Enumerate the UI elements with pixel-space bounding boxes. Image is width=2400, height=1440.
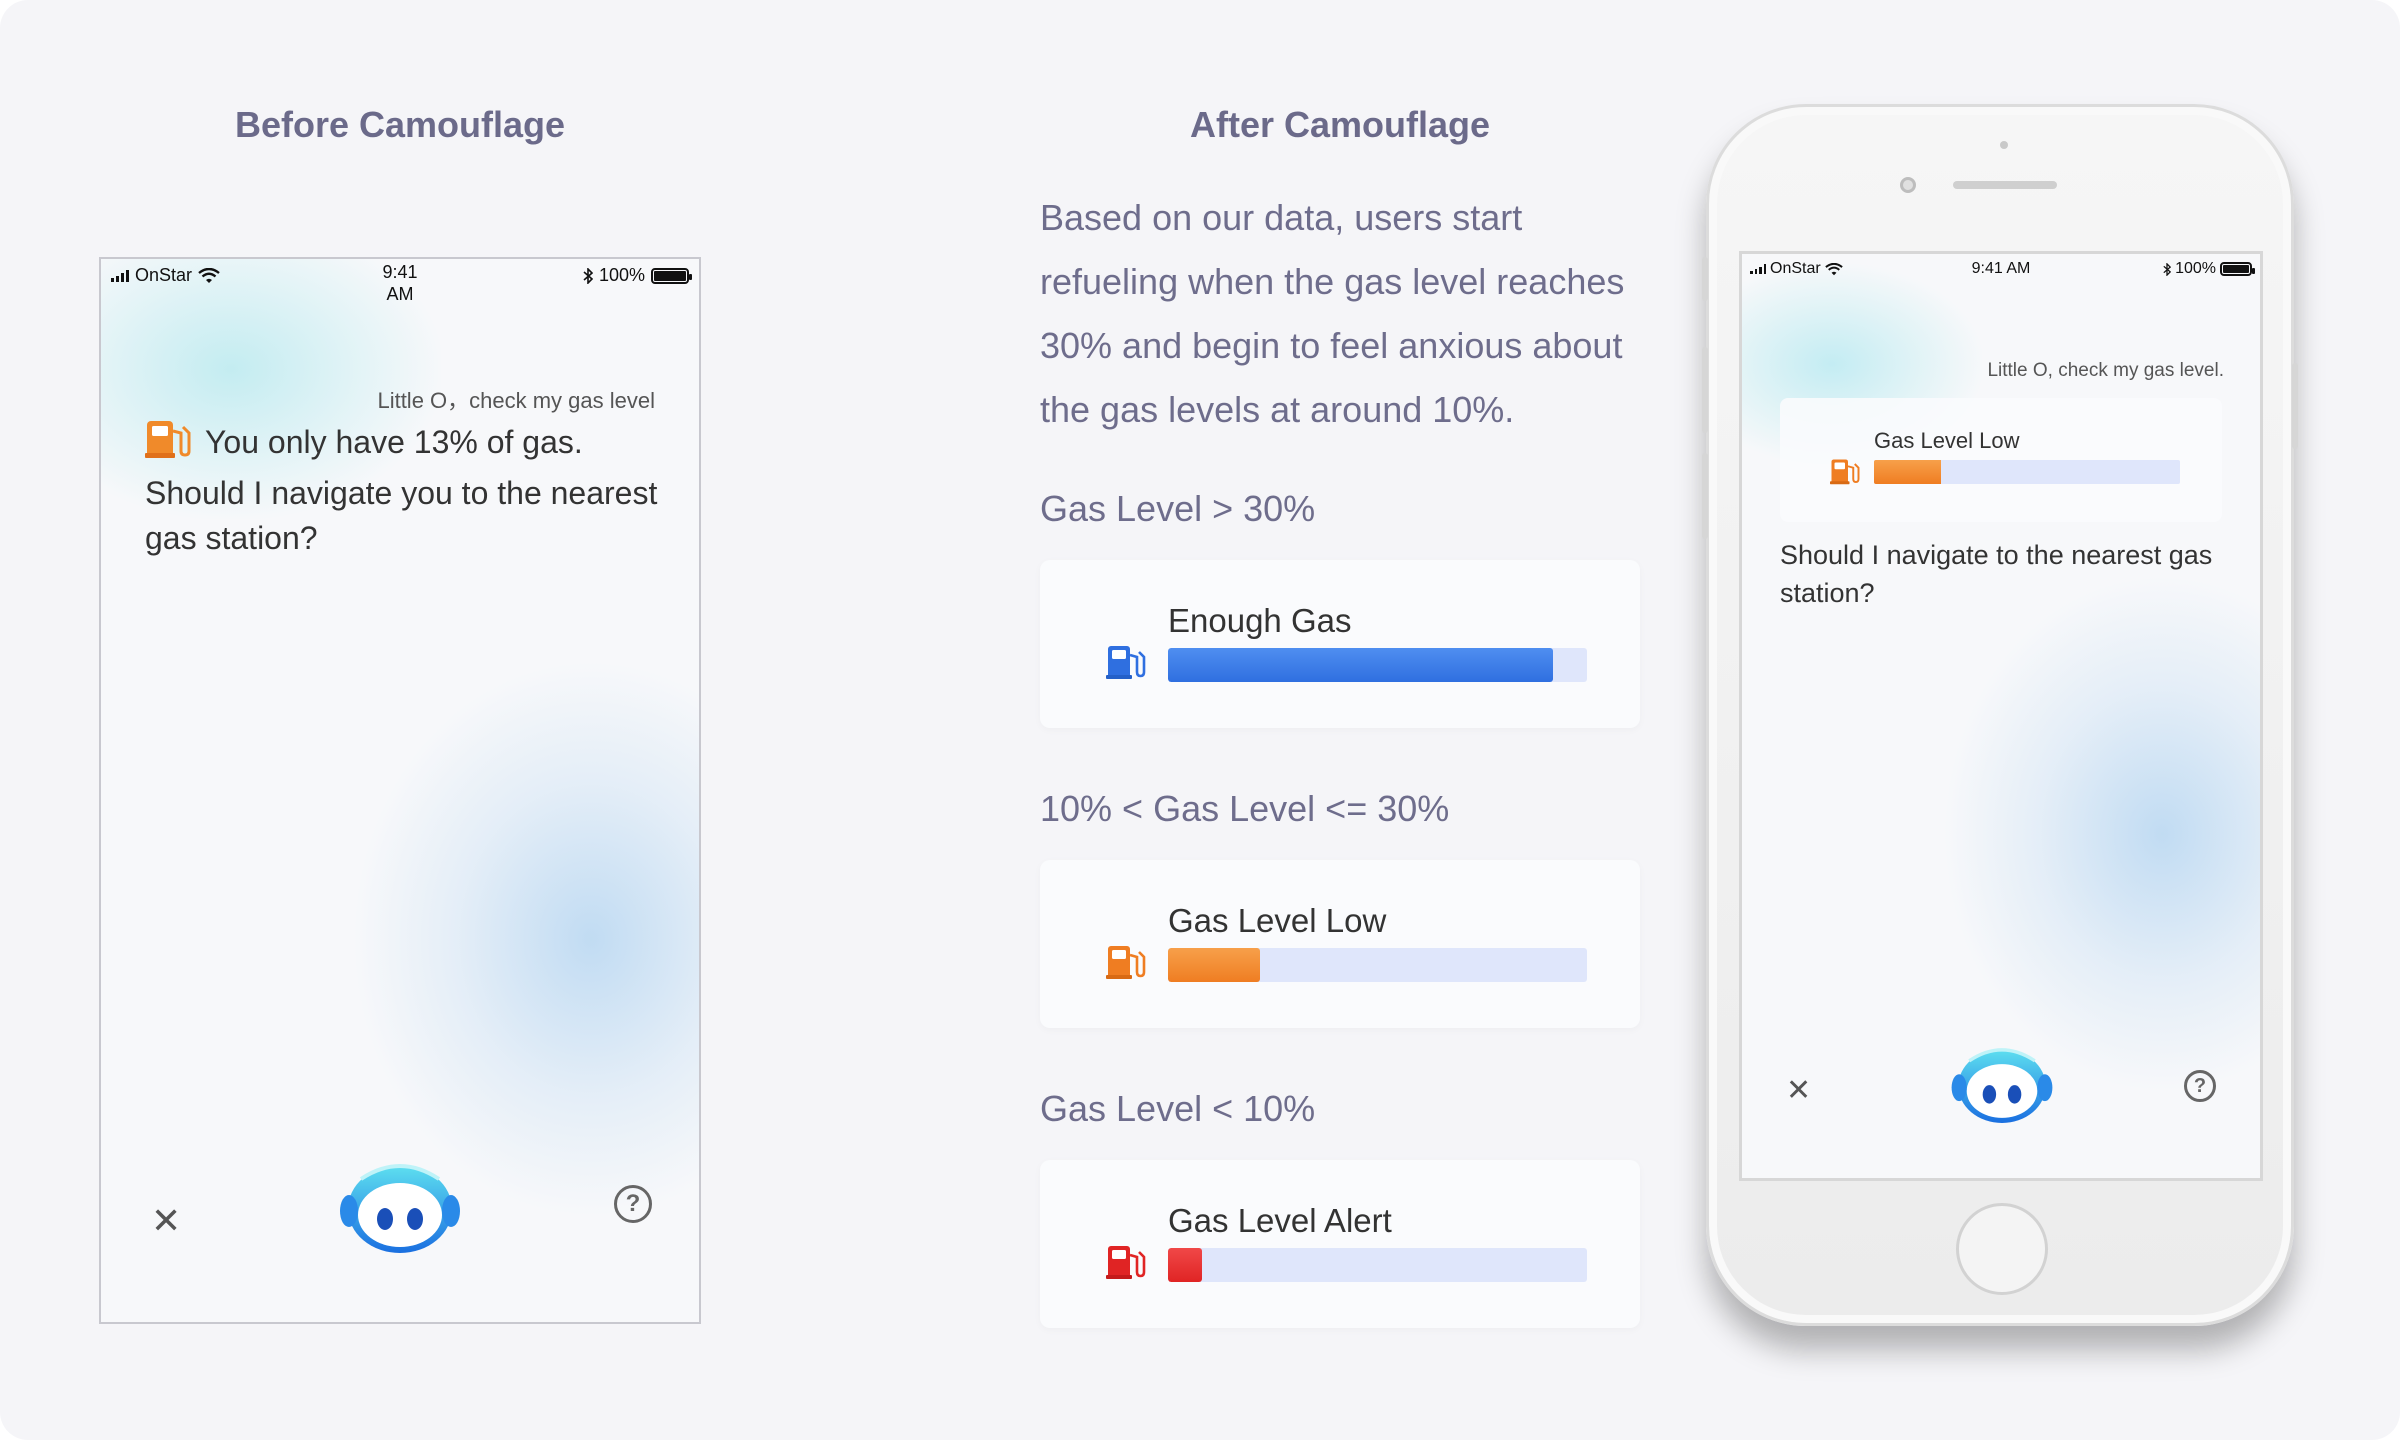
assistant-reply: You only have 13% of gas. Should I navig… <box>145 419 665 561</box>
card-title: Gas Level Low <box>1168 902 1387 939</box>
bluetooth-icon <box>2163 262 2172 276</box>
gas-card-low: Gas Level Low <box>1040 860 1640 1028</box>
earpiece-speaker <box>1953 181 2057 189</box>
assistant-reply: Should I navigate to the nearest gas sta… <box>1780 540 2213 608</box>
ambient-glow-bottom <box>1942 574 2260 1094</box>
explanation-text: Based on our data, users start refueling… <box>1040 197 1625 430</box>
before-phone-screen: OnStar 9:41 AM 100% Little O，check my ga… <box>99 257 701 1324</box>
condition-label-mid: 10% < Gas Level <= 30% <box>1040 788 1450 829</box>
gas-pump-icon <box>1106 644 1146 685</box>
gas-pump-icon <box>1106 1244 1146 1285</box>
canvas: Before Camouflage OnStar 9:41 AM 100% Li… <box>0 0 2400 1440</box>
bluetooth-icon <box>583 267 593 284</box>
home-button[interactable] <box>1956 1203 2048 1295</box>
battery-icon <box>651 267 692 284</box>
ambient-glow-bottom <box>351 659 699 1219</box>
card-title: Gas Level Alert <box>1168 1202 1392 1239</box>
gas-level-fill <box>1168 948 1261 982</box>
gas-level-fill <box>1874 460 1942 484</box>
battery-label: 100% <box>598 265 645 285</box>
iphone-screen: OnStar 9:41 AM 100% Little O, check my g… <box>1739 251 2263 1181</box>
gas-level-track <box>1874 460 2180 484</box>
volume-down-button <box>1702 453 1708 539</box>
assistant-robot-icon[interactable] <box>339 1159 461 1264</box>
reply-text: You only have 13% of gas. Should I navig… <box>145 424 658 556</box>
after-title: After Camouflage <box>1189 104 1491 145</box>
assistant-robot-icon[interactable] <box>1950 1044 2054 1133</box>
gas-card-low: Gas Level Low <box>1780 398 2222 522</box>
volume-up-button <box>1702 347 1708 433</box>
mute-switch <box>1702 257 1708 301</box>
gas-level-fill <box>1168 1248 1202 1282</box>
close-icon[interactable]: ✕ <box>1786 1076 1811 1106</box>
front-camera <box>1900 177 1916 193</box>
condition-label-high: Gas Level > 30% <box>1040 488 1316 529</box>
gas-level-track <box>1168 948 1587 982</box>
gas-card-enough: Enough Gas <box>1040 560 1640 728</box>
close-icon[interactable]: ✕ <box>151 1203 181 1239</box>
user-query: Little O, check my gas level. <box>1987 360 2224 381</box>
power-button <box>2292 363 2298 449</box>
gas-level-fill <box>1168 648 1554 682</box>
battery-label: 100% <box>2175 260 2216 277</box>
help-icon[interactable]: ? <box>614 1185 652 1223</box>
card-title: Enough Gas <box>1168 602 1352 639</box>
status-bar: OnStar 9:41 AM 100% <box>1742 254 2260 286</box>
condition-label-low: Gas Level < 10% <box>1040 1088 1316 1129</box>
iphone-mockup: OnStar 9:41 AM 100% Little O, check my g… <box>1702 104 2298 1326</box>
user-query: Little O，check my gas level <box>377 388 655 413</box>
gas-pump-icon <box>1830 458 1860 490</box>
gas-level-track <box>1168 648 1587 682</box>
battery-icon <box>2220 262 2255 276</box>
gas-pump-icon <box>145 419 191 471</box>
gas-card-alert: Gas Level Alert <box>1040 1160 1640 1328</box>
gas-pump-icon <box>1106 944 1146 985</box>
status-time-line2: AM <box>386 284 414 304</box>
proximity-sensor <box>2000 141 2008 149</box>
status-bar: OnStar 9:41 AM 100% <box>101 259 699 311</box>
card-title: Gas Level Low <box>1874 428 2020 453</box>
gas-level-track <box>1168 1248 1587 1282</box>
before-title: Before Camouflage <box>234 104 566 145</box>
help-icon[interactable]: ? <box>2184 1070 2216 1102</box>
